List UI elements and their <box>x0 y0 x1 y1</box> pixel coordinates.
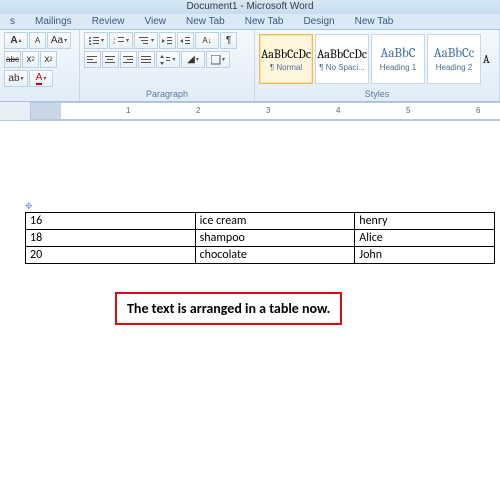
bullets-icon <box>88 36 100 46</box>
sort-icon: A↓ <box>202 36 211 45</box>
align-left-icon <box>87 55 98 65</box>
tab-new-1[interactable]: New Tab <box>176 14 235 29</box>
style-heading2[interactable]: AaBbCc Heading 2 <box>427 34 481 84</box>
highlight-icon: ab <box>8 73 19 84</box>
styles-group: AaBbCcDc ¶ Normal AaBbCcDc ¶ No Spaci...… <box>255 30 500 101</box>
ruler-tick: 2 <box>196 106 200 115</box>
outdent-icon <box>162 36 173 46</box>
document-page[interactable]: ✥ 16 ice cream henry 18 shampoo Alice 20… <box>0 121 500 325</box>
border-icon <box>211 55 221 65</box>
spacing-icon <box>160 55 171 65</box>
show-marks-button[interactable]: ¶ <box>220 32 237 49</box>
table-cell[interactable]: ice cream <box>195 213 355 230</box>
table-row[interactable]: 16 ice cream henry <box>26 213 495 230</box>
table-row[interactable]: 20 chocolate John <box>26 247 495 264</box>
shrink-font-button[interactable]: A <box>29 32 46 49</box>
justify-icon <box>141 55 152 65</box>
styles-label: Styles <box>259 89 495 101</box>
superscript-button[interactable]: x2 <box>40 51 57 68</box>
table-row[interactable]: 18 shampoo Alice <box>26 230 495 247</box>
style-more: A <box>483 34 493 84</box>
strike-button[interactable]: abc <box>4 51 21 68</box>
paragraph-group: ▾ 12▾ ▾ A↓ ¶ ▾ ◢▾ ▾ Paragraph <box>80 30 255 101</box>
multilevel-button[interactable]: ▾ <box>134 32 158 49</box>
decrease-indent-button[interactable] <box>159 32 176 49</box>
horizontal-ruler[interactable]: 1 2 3 4 5 6 <box>30 102 500 120</box>
table-cell[interactable]: chocolate <box>195 247 355 264</box>
ruler-area: 1 2 3 4 5 6 <box>0 102 500 121</box>
ruler-tick: 4 <box>336 106 340 115</box>
table-cell[interactable]: John <box>355 247 495 264</box>
multilevel-icon <box>138 36 150 46</box>
table-cell[interactable]: henry <box>355 213 495 230</box>
change-case-button[interactable]: Aa▾ <box>47 32 71 49</box>
tab-view[interactable]: View <box>134 14 176 29</box>
svg-text:2: 2 <box>113 40 116 45</box>
tab-mailings[interactable]: Mailings <box>25 14 82 29</box>
tab-new-3[interactable]: New Tab <box>345 14 404 29</box>
align-center-button[interactable] <box>102 51 119 68</box>
numbering-icon: 12 <box>113 36 125 46</box>
line-spacing-button[interactable]: ▾ <box>156 51 180 68</box>
style-normal[interactable]: AaBbCcDc ¶ Normal <box>259 34 313 84</box>
grow-font-button[interactable]: A▴ <box>4 32 28 49</box>
shading-button[interactable]: ◢▾ <box>181 51 205 68</box>
bucket-icon: ◢ <box>187 54 195 65</box>
style-heading1[interactable]: AaBbC Heading 1 <box>371 34 425 84</box>
document-table[interactable]: 16 ice cream henry 18 shampoo Alice 20 c… <box>25 212 495 264</box>
pilcrow-icon: ¶ <box>226 35 231 46</box>
align-right-icon <box>123 55 134 65</box>
ruler-tick: 5 <box>406 106 410 115</box>
table-cell[interactable]: shampoo <box>195 230 355 247</box>
tab-review[interactable]: Review <box>82 14 135 29</box>
window-title: Document1 - Microsoft Word <box>0 0 500 14</box>
ribbon: A▴ A Aa▾ abc x2 x2 ab▾ A▾ ▾ 12▾ ▾ A↓ ¶ <box>0 30 500 102</box>
style-no-spacing[interactable]: AaBbCcDc ¶ No Spaci... <box>315 34 369 84</box>
borders-button[interactable]: ▾ <box>206 51 230 68</box>
ruler-tick: 1 <box>126 106 130 115</box>
ruler-tick: 3 <box>266 106 270 115</box>
table-cell[interactable]: 20 <box>26 247 196 264</box>
paragraph-label: Paragraph <box>84 89 250 101</box>
table-cell[interactable]: 18 <box>26 230 196 247</box>
annotation-callout: The text is arranged in a table now. <box>115 292 342 325</box>
justify-button[interactable] <box>138 51 155 68</box>
align-center-icon <box>105 55 116 65</box>
align-right-button[interactable] <box>120 51 137 68</box>
ruler-tick: 6 <box>476 106 480 115</box>
tab-design[interactable]: Design <box>293 14 344 29</box>
highlight-button[interactable]: ab▾ <box>4 70 28 87</box>
font-color-button[interactable]: A▾ <box>29 70 53 87</box>
sort-button[interactable]: A↓ <box>195 32 219 49</box>
ribbon-tabs: s Mailings Review View New Tab New Tab D… <box>0 14 500 30</box>
increase-indent-button[interactable] <box>177 32 194 49</box>
table-cell[interactable]: 16 <box>26 213 196 230</box>
align-left-button[interactable] <box>84 51 101 68</box>
tab-partial[interactable]: s <box>0 14 25 29</box>
indent-icon <box>180 36 191 46</box>
bullets-button[interactable]: ▾ <box>84 32 108 49</box>
ruler-margin <box>31 103 61 119</box>
subscript-button[interactable]: x2 <box>22 51 39 68</box>
tab-new-2[interactable]: New Tab <box>235 14 294 29</box>
table-move-handle[interactable]: ✥ <box>25 201 500 212</box>
table-cell[interactable]: Alice <box>355 230 495 247</box>
font-group: A▴ A Aa▾ abc x2 x2 ab▾ A▾ <box>0 30 80 101</box>
numbering-button[interactable]: 12▾ <box>109 32 133 49</box>
